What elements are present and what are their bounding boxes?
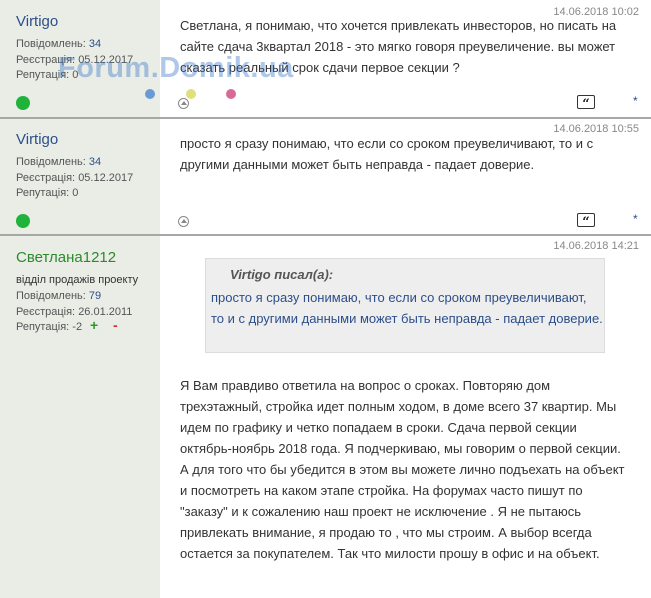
reputation-label: Репутація: [16,187,70,199]
reputation-label: Репутація: [16,69,70,81]
blue-dot-icon [145,89,155,99]
quote-text: просто я сразу понимаю, что если со срок… [211,290,603,326]
post-author-link[interactable]: Светлана1212 [16,249,116,266]
registered-date: 05.12.2017 [78,53,134,66]
quote-author: Virtigo писал(а): [230,267,334,282]
arrow-up-icon[interactable] [178,98,189,109]
online-status-icon [16,214,30,228]
registered-date: 26.01.2011 [78,305,133,318]
post-text: просто я сразу понимаю, что если со срок… [180,136,594,172]
reputation-value: -2 [72,321,83,333]
registered-label: Реєстрація: [16,53,76,66]
posts-count[interactable]: 79 [89,290,101,302]
posts-label: Повідомлень: [16,156,86,168]
registered-label: Реєстрація: [16,305,76,318]
asterisk-icon[interactable]: * [633,94,638,108]
quote-icon[interactable]: “ [577,213,595,227]
author-role: відділ продажів проекту [16,274,139,286]
reputation-value: 0 [72,187,79,199]
online-status-icon [16,96,30,110]
asterisk-icon[interactable]: * [633,212,638,226]
yellow-dot-icon [186,89,196,99]
posts-count[interactable]: 34 [89,156,101,168]
quote-icon[interactable]: “ [577,95,595,109]
post-text: Светлана, я понимаю, что хочется привлек… [180,18,617,75]
posts-label: Повідомлень: [16,290,86,302]
post-date: 14.06.2018 14:21 [553,240,639,252]
author-stats: Повідомлень: 34 Реєстрація: 05.12.2017 Р… [16,37,133,84]
post-author-link[interactable]: Virtigo [16,131,58,148]
pink-dot-icon [226,89,236,99]
quote-block: Virtigo писал(а): просто я сразу понимаю… [205,258,605,353]
posts-count[interactable]: 34 [89,38,101,50]
author-stats: Повідомлень: 34 Реєстрація: 05.12.2017 Р… [16,155,133,202]
arrow-up-icon[interactable] [178,216,189,227]
post-text: Я Вам правдиво ответила на вопрос о срок… [180,378,625,561]
reputation-value: 0 [72,69,79,81]
reputation-plus-button[interactable]: + [90,317,98,333]
posts-label: Повідомлень: [16,38,86,50]
reputation-minus-button[interactable]: - [113,317,118,333]
registered-label: Реєстрація: [16,171,76,184]
registered-date: 05.12.2017 [78,171,134,184]
reputation-label: Репутація: [16,321,70,333]
post-author-link[interactable]: Virtigo [16,13,58,30]
